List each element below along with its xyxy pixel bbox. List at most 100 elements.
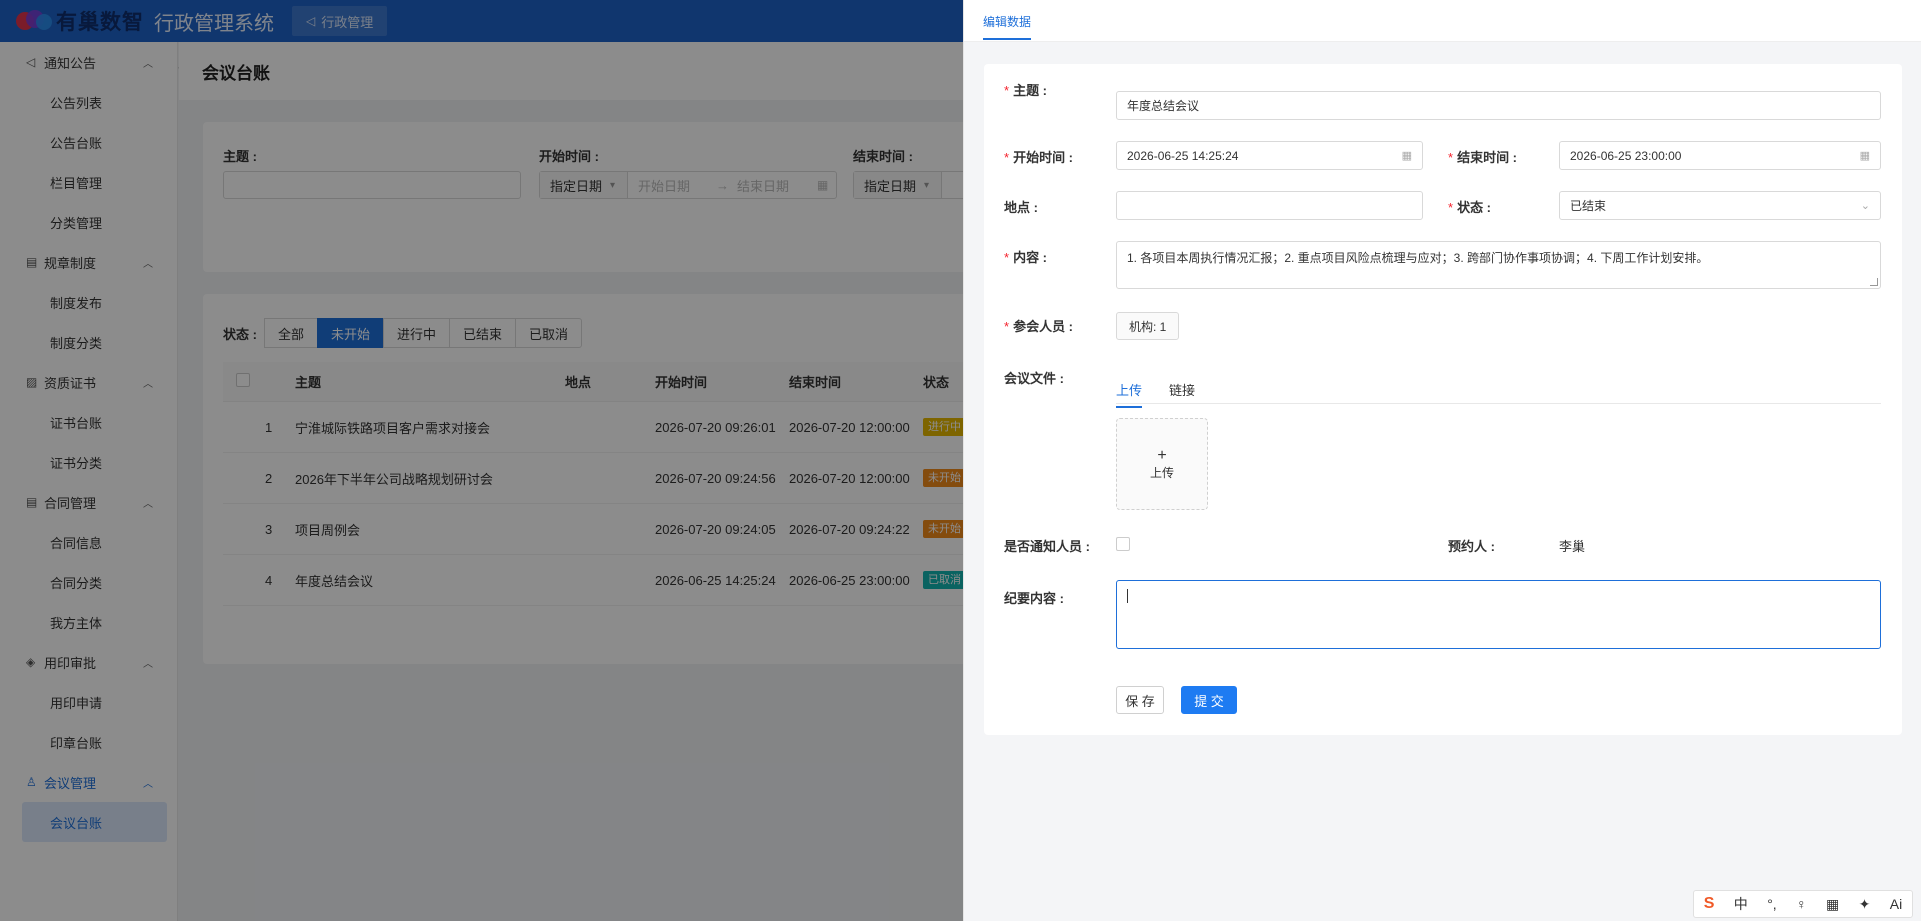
- start-time-label: * 开始时间 :: [1004, 150, 1074, 165]
- upload-dropzone[interactable]: + 上传: [1116, 418, 1208, 510]
- sidebar-item-cert-ledger[interactable]: 证书台账: [0, 402, 177, 442]
- select-all-checkbox[interactable]: [236, 373, 250, 387]
- minutes-textarea[interactable]: [1116, 580, 1881, 649]
- ime-toolbar: S 中 °, ♀ ▦ ✦ Ai: [1693, 890, 1913, 918]
- sidebar-item-seal-apply[interactable]: 用印申请: [0, 682, 177, 722]
- sidebar-item-cert-category[interactable]: 证书分类: [0, 442, 177, 482]
- drawer-tabs: 编辑数据: [964, 0, 1921, 42]
- notify-checkbox[interactable]: [1116, 537, 1130, 551]
- status-tab-ended[interactable]: 已结束: [449, 318, 517, 348]
- booker-value: 李巢: [1559, 539, 1586, 554]
- sidebar-group-seal[interactable]: ◈ 用印审批 ︿: [0, 642, 177, 682]
- content-textarea[interactable]: 1. 各项目本周执行情况汇报；2. 重点项目风险点梳理与应对；3. 跨部门协作事…: [1116, 241, 1881, 289]
- sidebar-item-contract-info[interactable]: 合同信息: [0, 522, 177, 562]
- content-label: * 内容 :: [1004, 250, 1048, 265]
- calendar-icon: ▦: [817, 178, 829, 192]
- chevron-up-icon: ︿: [143, 379, 153, 390]
- submit-button[interactable]: 提 交: [1181, 686, 1237, 714]
- row-subject: 2026年下半年公司战略规划研讨会: [295, 471, 493, 487]
- date-mode-select[interactable]: 指定日期 ▾: [854, 172, 942, 198]
- resize-handle-icon[interactable]: [1870, 278, 1878, 286]
- chevron-up-icon: ︿: [143, 499, 153, 510]
- status-filter-label: 状态 :: [223, 326, 257, 342]
- sogou-logo-icon[interactable]: S: [1704, 895, 1715, 913]
- sidebar-group-contracts[interactable]: ▤ 合同管理 ︿: [0, 482, 177, 522]
- tab-upload[interactable]: 上传: [1116, 380, 1143, 408]
- certificate-icon: ▨: [26, 375, 38, 389]
- row-subject: 项目周例会: [295, 522, 361, 538]
- column-header-location: 地点: [565, 375, 592, 390]
- skin-icon[interactable]: ✦: [1859, 896, 1871, 913]
- column-header-start: 开始时间: [655, 375, 708, 390]
- sidebar-item-meeting-ledger[interactable]: 会议台账: [22, 802, 167, 842]
- row-index: 4: [265, 572, 273, 588]
- row-end: 2026-07-20 12:00:00: [789, 419, 910, 435]
- date-mode-select[interactable]: 指定日期 ▾: [540, 172, 628, 198]
- notify-label: 是否通知人员 :: [1004, 539, 1090, 554]
- top-tab-label: 行政管理: [321, 14, 374, 30]
- status-select[interactable]: 已结束 ⌄: [1559, 191, 1881, 220]
- minutes-label: 纪要内容 :: [1004, 591, 1064, 606]
- sidebar-item-category-manage[interactable]: 分类管理: [0, 202, 177, 242]
- subject-input[interactable]: 年度总结会议: [1116, 91, 1881, 120]
- status-tab-not-started[interactable]: 未开始: [316, 318, 384, 348]
- status-badge: 未开始: [923, 469, 966, 487]
- ime-lang[interactable]: 中: [1734, 894, 1748, 914]
- chevron-down-icon: ▾: [610, 179, 616, 191]
- status-tab-cancelled[interactable]: 已取消: [515, 318, 583, 348]
- row-end: 2026-06-25 23:00:00: [789, 572, 910, 588]
- logo-mark-icon: [14, 8, 54, 34]
- attendees-chip[interactable]: 机构: 1: [1116, 312, 1180, 340]
- filter-start-range[interactable]: 指定日期 ▾ 开始日期 → 结束日期 ▦: [539, 171, 837, 199]
- content-value: 1. 各项目本周执行情况汇报；2. 重点项目风险点梳理与应对；3. 跨部门协作事…: [1127, 251, 1709, 265]
- sidebar-item-rule-publish[interactable]: 制度发布: [0, 282, 177, 322]
- end-time-picker[interactable]: 2026-06-25 23:00:00 ▦: [1559, 141, 1881, 170]
- tab-link[interactable]: 链接: [1169, 380, 1195, 399]
- calendar-icon: ▦: [1859, 150, 1870, 162]
- tab-edit-data[interactable]: 编辑数据: [983, 13, 1032, 40]
- sidebar-group-label: 会议管理: [44, 775, 97, 791]
- status-badge: 已取消: [923, 571, 966, 589]
- save-button[interactable]: 保 存: [1116, 686, 1164, 714]
- row-index: 1: [265, 419, 273, 435]
- status-tab-all[interactable]: 全部: [263, 318, 318, 348]
- status-tab-in-progress[interactable]: 进行中: [382, 318, 450, 348]
- sidebar-item-contract-category[interactable]: 合同分类: [0, 562, 177, 602]
- chevron-up-icon: ︿: [143, 659, 153, 670]
- microphone-icon[interactable]: ♀: [1796, 896, 1807, 912]
- sidebar-item-rule-category[interactable]: 制度分类: [0, 322, 177, 362]
- sidebar-item-column-manage[interactable]: 栏目管理: [0, 162, 177, 202]
- sidebar-item-notice-list[interactable]: 公告列表: [0, 82, 177, 122]
- sidebar-item-our-entity[interactable]: 我方主体: [0, 602, 177, 642]
- status-value: 已结束: [1570, 199, 1607, 213]
- location-input[interactable]: [1116, 191, 1423, 220]
- row-start: 2026-06-25 14:25:24: [655, 572, 776, 588]
- subject-value: 年度总结会议: [1127, 99, 1200, 113]
- upload-label: 上传: [1149, 465, 1174, 480]
- start-time-picker[interactable]: 2026-06-25 14:25:24 ▦: [1116, 141, 1423, 170]
- sidebar-item-seal-ledger[interactable]: 印章台账: [0, 722, 177, 762]
- end-time-label: * 结束时间 :: [1448, 150, 1518, 165]
- diamond-icon: ◈: [26, 655, 36, 669]
- sidebar-group-certificates[interactable]: ▨ 资质证书 ︿: [0, 362, 177, 402]
- sidebar-item-notice-ledger[interactable]: 公告台账: [0, 122, 177, 162]
- punctuation-icon[interactable]: °,: [1767, 896, 1777, 912]
- column-header-end: 结束时间: [789, 375, 842, 390]
- row-end: 2026-07-20 12:00:00: [789, 470, 910, 486]
- booker-label: 预约人 :: [1448, 539, 1495, 554]
- sidebar-group-notice[interactable]: ◁ 通知公告 ︿: [0, 42, 177, 82]
- keyboard-icon[interactable]: ▦: [1826, 896, 1839, 913]
- end-time-value: 2026-06-25 23:00:00: [1570, 148, 1682, 163]
- filter-subject-input[interactable]: [223, 171, 521, 199]
- logo-text: 有巢数智: [56, 10, 144, 34]
- row-start: 2026-07-20 09:24:05: [655, 521, 776, 537]
- ime-ai[interactable]: Ai: [1890, 896, 1902, 912]
- sidebar-group-rules[interactable]: ▤ 规章制度 ︿: [0, 242, 177, 282]
- location-label: 地点 :: [1004, 200, 1038, 215]
- sidebar-group-meetings[interactable]: ♙ 会议管理 ︿: [0, 762, 177, 802]
- sidebar: ◁ 通知公告 ︿ 公告列表 公告台账 栏目管理 分类管理 ▤ 规章制度 ︿ 制度…: [0, 42, 178, 921]
- filter-start-label: 开始时间 :: [539, 149, 599, 164]
- sidebar-group-label: 通知公告: [44, 55, 97, 71]
- row-start: 2026-07-20 09:26:01: [655, 419, 776, 435]
- top-tab-admin[interactable]: ◁ 行政管理: [292, 6, 388, 36]
